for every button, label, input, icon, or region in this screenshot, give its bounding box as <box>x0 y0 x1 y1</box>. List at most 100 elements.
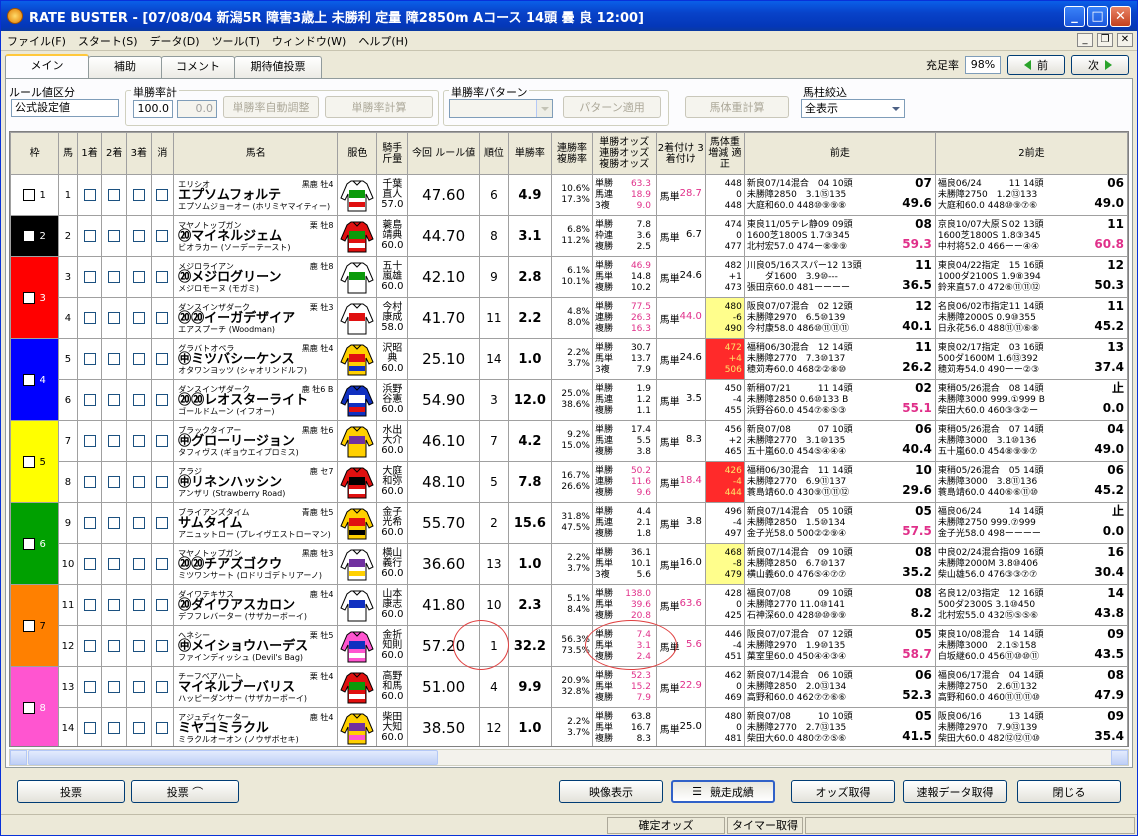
past-race-p1[interactable]: 福稍06/30混合 11 14頭 10 未勝障2770 6.9⑪137 蓑島靖60.0… <box>743 461 936 503</box>
erase-checkbox[interactable] <box>156 230 169 242</box>
past-race-p2[interactable]: 東良04/22指定 15 16頭 12 1000ダ2100S 1.9⑧394 鈴来直5… <box>934 256 1128 298</box>
mdi-restore-icon[interactable]: ❐ <box>1097 33 1113 47</box>
tab-main[interactable]: メイン <box>5 54 89 78</box>
menu-start[interactable]: スタート(S) <box>72 33 144 49</box>
past-race-p2[interactable]: 東稍05/26混合 08 14頭 止未勝障3000 999.①999 B 柴田大60… <box>934 379 1128 421</box>
col-odds[interactable]: 単勝オッズ 連勝オッズ 複勝オッズ <box>591 132 657 175</box>
col-2nd[interactable]: 2着 <box>101 132 127 175</box>
1st-checkbox[interactable] <box>83 435 96 447</box>
past-race-p1[interactable]: 新良07/14混合 09 10頭 08 未勝障2850 6.7⑩137 横山義60.0… <box>743 543 936 585</box>
2nd-checkbox[interactable] <box>108 476 121 488</box>
2nd-checkbox[interactable] <box>108 230 121 242</box>
auto-adjust-button[interactable]: 単勝率自動調整 <box>223 96 319 118</box>
2nd-checkbox[interactable] <box>108 681 121 693</box>
1st-checkbox[interactable] <box>83 230 96 242</box>
3rd-checkbox[interactable] <box>132 271 145 283</box>
erase-checkbox[interactable] <box>156 353 169 365</box>
tab-comment[interactable]: コメント <box>161 56 235 78</box>
past-race-p2[interactable]: 京良10/07大原Ｓ02 13頭 11 1600芝1800S 1.8③345 中村将5… <box>934 215 1128 257</box>
close-window-button[interactable]: ✕ <box>1110 6 1131 27</box>
prev-button[interactable]: 前 <box>1007 55 1065 75</box>
2nd-checkbox[interactable] <box>108 271 121 283</box>
col-3rd[interactable]: 3着 <box>125 132 152 175</box>
scroll-thumb[interactable] <box>28 750 438 765</box>
horse-name-cell[interactable]: アラジ鹿 セ7 ㊥リネンハッシン アンザリ (Strawberry Road) <box>173 461 339 503</box>
horse-name-cell[interactable]: マヤノトップガン 黒鹿 牡3 ⑳⑳チアズゴクウ ミツワンサート (ロドリゴデトリアーノ… <box>173 543 339 585</box>
col-rank[interactable]: 順位 <box>479 132 509 175</box>
menu-tool[interactable]: ツール(T) <box>206 33 266 49</box>
col-winrate[interactable]: 単勝率 <box>507 132 552 175</box>
erase-checkbox[interactable] <box>156 312 169 324</box>
1st-checkbox[interactable] <box>83 681 96 693</box>
maximize-button[interactable]: □ <box>1087 6 1108 27</box>
horse-name-cell[interactable]: ダンスインザダーク鹿 牡6 B ⑳⑳レオスターライト ゴールドムーン (イフオー) <box>173 379 339 421</box>
1st-checkbox[interactable] <box>83 189 96 201</box>
past-race-p1[interactable]: 新良07/14混合 05 10頭 05 未勝障2850 1.5⑩134 金子光58.0… <box>743 502 936 544</box>
past-race-p1[interactable]: 新良07/14混合 06 10頭 06 未勝障2850 2.0⑬134 高野和60.0… <box>743 666 936 708</box>
1st-checkbox[interactable] <box>83 353 96 365</box>
col-waku[interactable]: 枠 <box>10 132 60 175</box>
erase-checkbox[interactable] <box>156 271 169 283</box>
3rd-checkbox[interactable] <box>132 640 145 652</box>
scroll-right-icon[interactable] <box>1111 750 1128 765</box>
next-button[interactable]: 次 <box>1071 55 1129 75</box>
col-renrate[interactable]: 連勝率 複勝率 <box>550 132 593 175</box>
col-rule[interactable]: 今回 ルール値 <box>407 132 481 175</box>
tab-sub[interactable]: 補助 <box>88 56 162 78</box>
horse-name-cell[interactable]: ブラックタイアー 黒鹿 牡6 ㊥グローリージョン タフィヴス (ギョウエイプロミス) <box>173 420 339 462</box>
past-race-p2[interactable]: 阪良06/16 13 14頭 09 未勝障2970 7.9⑬139 柴田大60.0 4… <box>934 707 1128 746</box>
col-silks[interactable]: 服色 <box>337 132 378 175</box>
horse-name-cell[interactable]: ダイワテキサス鹿 牡4 ⑳ダイワアスカロン デフフレバーター (サザカーボーイ) <box>173 584 339 626</box>
menu-window[interactable]: ウィンドウ(W) <box>266 33 352 49</box>
2nd-checkbox[interactable] <box>108 640 121 652</box>
col-body[interactable]: 馬体重 増減 適正 <box>704 132 745 175</box>
horse-name-cell[interactable]: メジロライアン鹿 牡8 ⑳メジログリーン メジロモーヌ (モガミ) <box>173 256 339 298</box>
past-race-p1[interactable]: 川良05/16ススパー12 13頭 11 ダ1600 3.9⑩--- 張田京60.0… <box>743 256 936 298</box>
erase-checkbox[interactable] <box>156 558 169 570</box>
rule-type-value[interactable]: 公式設定値 <box>11 99 119 117</box>
col-uma[interactable]: 馬 <box>58 132 78 175</box>
mdi-minimize-icon[interactable]: _ <box>1077 33 1093 47</box>
waku-checkbox[interactable] <box>23 230 36 242</box>
col-1st[interactable]: 1着 <box>76 132 103 175</box>
vote-menu-button[interactable]: 投票 ⌒ <box>131 780 239 803</box>
past-race-p1[interactable]: 阪良07/07混合 02 12頭 12 未勝障2970 6.5⑩139 今村康58.0… <box>743 297 936 339</box>
past-race-p2[interactable]: 福良06/24 14 14頭 止未勝障2750 999.⑦999 金子光58.0 4… <box>934 502 1128 544</box>
1st-checkbox[interactable] <box>83 271 96 283</box>
2nd-checkbox[interactable] <box>108 394 121 406</box>
mdi-close-icon[interactable]: ✕ <box>1117 33 1133 47</box>
1st-checkbox[interactable] <box>83 722 96 734</box>
waku-checkbox[interactable] <box>23 291 36 304</box>
past-race-p2[interactable]: 名良12/03指定 12 16頭 14 500ダ2300S 3.1⑩450 北村宏55… <box>934 584 1128 626</box>
2nd-checkbox[interactable] <box>108 517 121 529</box>
horizontal-scrollbar[interactable] <box>9 749 1129 766</box>
close-button[interactable]: 閉じる <box>1017 780 1121 803</box>
3rd-checkbox[interactable] <box>132 517 145 529</box>
past-race-p2[interactable]: 東良02/17指定 03 16頭 13 500ダ1600M 1.6⑬392 穂苅寿54… <box>934 338 1128 380</box>
menu-file[interactable]: ファイル(F) <box>5 33 72 49</box>
3rd-checkbox[interactable] <box>132 558 145 570</box>
erase-checkbox[interactable] <box>156 435 169 447</box>
scroll-left-icon[interactable] <box>10 750 27 765</box>
vote-button[interactable]: 投票 <box>17 780 125 803</box>
winrate-total-input[interactable]: 100.0 <box>133 100 173 118</box>
waku-checkbox[interactable] <box>23 619 36 632</box>
3rd-checkbox[interactable] <box>132 353 145 365</box>
app-icon[interactable] <box>7 8 23 24</box>
2nd-checkbox[interactable] <box>108 353 121 365</box>
menu-data[interactable]: データ(D) <box>144 33 206 49</box>
minimize-button[interactable]: _ <box>1064 6 1085 27</box>
erase-checkbox[interactable] <box>156 681 169 693</box>
pattern-select[interactable] <box>449 99 553 118</box>
past-race-p2[interactable]: 福良06/17混合 04 14頭 08 未勝障2750 2.6⑪132 高野和60.0… <box>934 666 1128 708</box>
2nd-checkbox[interactable] <box>108 189 121 201</box>
horse-name-cell[interactable]: ブライアンズタイム 青鹿 牡5 サムタイム アニュットロー (プレイヴエストローマン) <box>173 502 339 544</box>
horse-name-cell[interactable]: エリシオ 黒鹿 牡4 エプソムフォルテ エプソムジョーオー (ホリミヤマイティー) <box>173 174 339 216</box>
past-race-p2[interactable]: 名良06/02市指定11 14頭 11 未勝障2000S 0.9⑩355 日永花56.… <box>934 297 1128 339</box>
horse-name-cell[interactable]: アジュディケーター鹿 牡4 ミヤコミラクル ミラクルオーオン (ノウザボセキ) <box>173 707 339 746</box>
col-prev1[interactable]: 前走 <box>743 132 936 175</box>
3rd-checkbox[interactable] <box>132 435 145 447</box>
1st-checkbox[interactable] <box>83 394 96 406</box>
1st-checkbox[interactable] <box>83 312 96 324</box>
menu-help[interactable]: ヘルプ(H) <box>352 33 414 49</box>
